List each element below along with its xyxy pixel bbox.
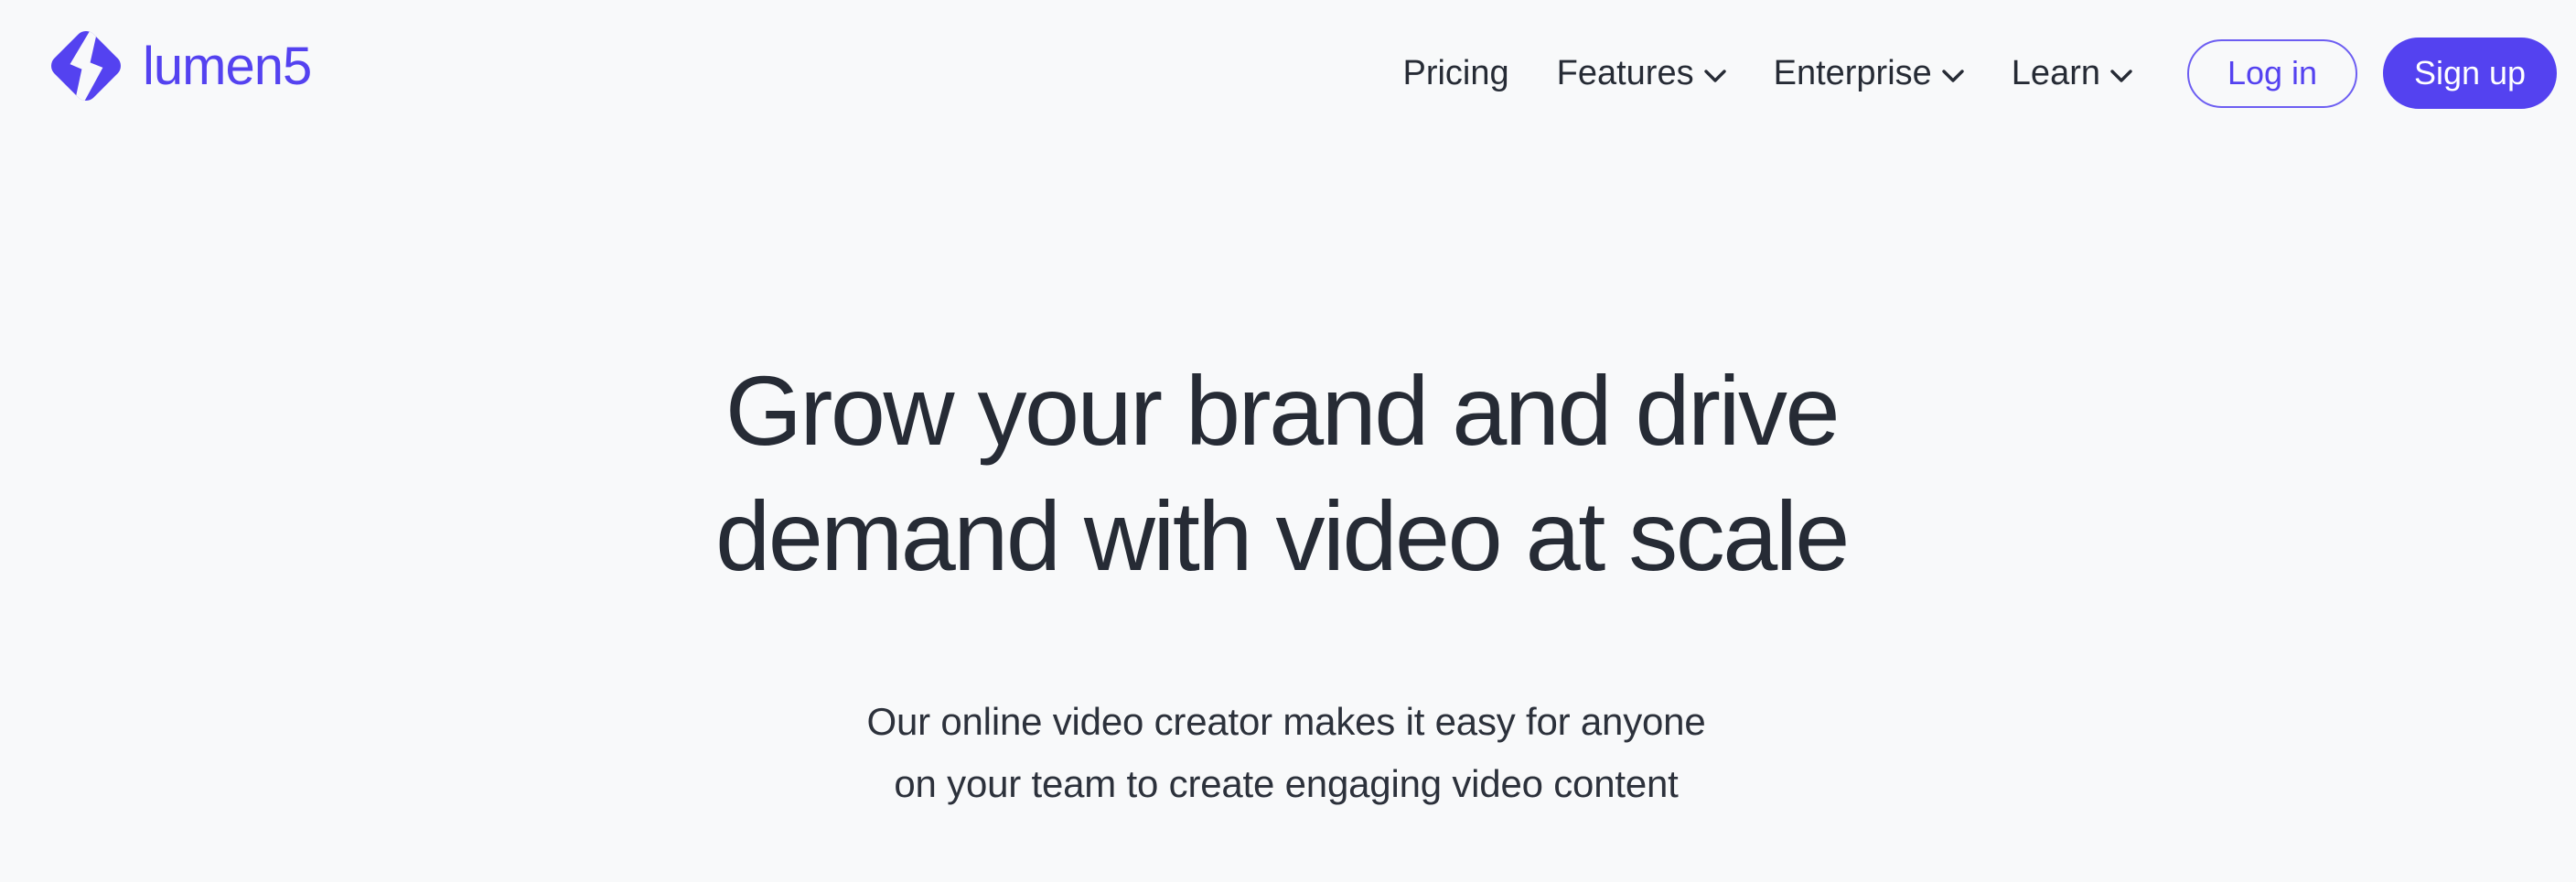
hero-headline-line-1: Grow your brand and drive (724, 355, 1841, 466)
nav-item-pricing-label: Pricing (1402, 54, 1509, 92)
nav-item-enterprise-label: Enterprise (1773, 54, 1932, 92)
nav-item-enterprise[interactable]: Enterprise (1750, 56, 1988, 91)
sign-up-button[interactable]: Sign up (2383, 38, 2557, 109)
logo-wordmark: lumen5 (143, 37, 312, 96)
logo-home-link[interactable]: lumen5 (44, 24, 312, 108)
landing-page: lumen5 Pricing Features Enterprise Learn (0, 0, 2576, 882)
site-header: lumen5 Pricing Features Enterprise Learn (0, 0, 2576, 146)
chevron-down-icon (1703, 70, 1726, 82)
primary-navigation: Pricing Features Enterprise Learn Log in… (1379, 0, 2557, 146)
hero-subheadline-line-2: on your team to create engaging video co… (894, 762, 1679, 806)
nav-item-features[interactable]: Features (1533, 56, 1750, 91)
nav-item-learn[interactable]: Learn (1988, 56, 2156, 91)
hero-headline: Grow your brand and drive demand with vi… (0, 348, 2576, 598)
hero-section: Grow your brand and drive demand with vi… (0, 146, 2576, 815)
log-in-button[interactable]: Log in (2187, 38, 2357, 108)
lumen5-diamond-bolt-logo-icon (47, 27, 125, 105)
chevron-down-icon (2110, 70, 2132, 82)
hero-headline-line-2: demand with video at scale (715, 480, 1850, 592)
nav-item-features-label: Features (1556, 54, 1694, 92)
hero-subheadline-line-1: Our online video creator makes it easy f… (866, 700, 1706, 744)
nav-item-pricing[interactable]: Pricing (1379, 56, 1532, 91)
chevron-down-icon (1942, 70, 1964, 82)
hero-subheadline: Our online video creator makes it easy f… (0, 691, 2576, 815)
nav-item-learn-label: Learn (2011, 54, 2100, 92)
